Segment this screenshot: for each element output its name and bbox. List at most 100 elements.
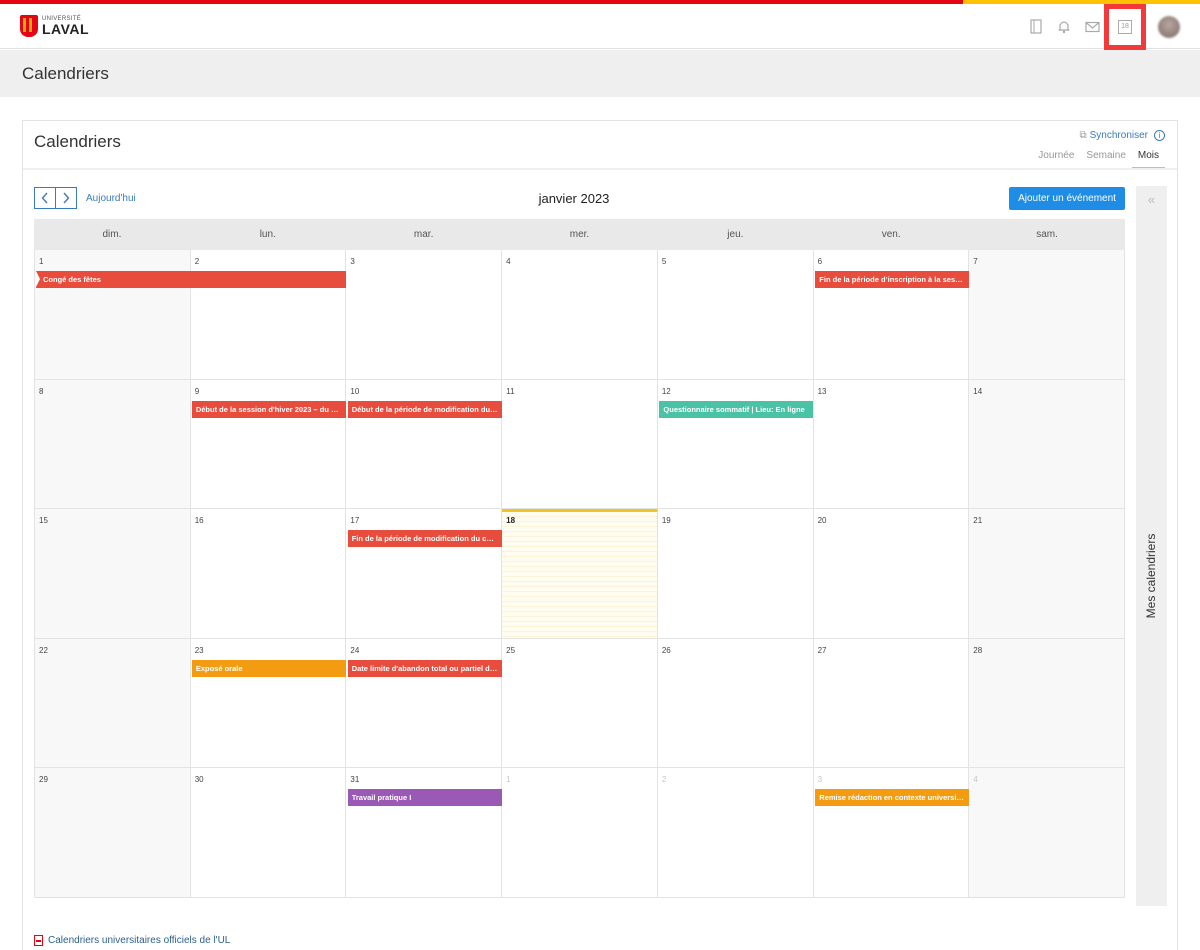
my-calendars-label: Mes calendriers	[1144, 533, 1158, 619]
logo-line-2: LAVAL	[42, 21, 90, 37]
day-cell[interactable]: 10	[346, 379, 503, 510]
sync-link[interactable]: ⧉ Synchroniser i	[1079, 130, 1165, 141]
day-number: 16	[194, 516, 204, 526]
month-grid: dim. lun. mar. mer. jeu. ven. sam. 12345…	[34, 219, 1125, 898]
calendar-event[interactable]: Congé des fêtes	[36, 271, 346, 288]
day-cell[interactable]: 12	[657, 379, 814, 510]
event-title: Début de la session d'hiver 2023 – du 10…	[195, 404, 342, 414]
day-number: 3	[817, 775, 823, 785]
day-number: 15	[39, 516, 48, 526]
week-row: 15 16 17 18 19 20 21 Fin de la période de modif…	[35, 509, 1125, 639]
mail-icon[interactable]	[1078, 13, 1106, 41]
day-cell[interactable]: 29	[35, 768, 191, 898]
day-cell[interactable]: 2	[657, 768, 814, 898]
day-cell[interactable]: 5	[657, 250, 814, 380]
week-row: 29 30 31 1 2 3 4 Travail pratique I Remise rédac…	[35, 768, 1125, 898]
day-cell[interactable]: 13	[813, 379, 970, 510]
top-icons: 18	[1022, 3, 1180, 50]
calendar-event[interactable]: Date limite d'abandon total ou partiel d…	[347, 659, 502, 677]
add-event-button[interactable]: Ajouter un événement	[1009, 187, 1125, 210]
month-title: janvier 2023	[538, 191, 610, 206]
crest-icon	[20, 15, 38, 37]
day-number: 30	[194, 775, 204, 785]
day-number: 17	[350, 516, 360, 526]
event-title: Fin de la période d’inscription à la ses…	[819, 275, 965, 284]
calendar-event[interactable]: Remise rédaction en contexte universitai…	[815, 789, 970, 807]
calendar-event[interactable]: Début de la session d'hiver 2023 – du 10…	[191, 400, 346, 418]
tab-month[interactable]: Mois	[1131, 150, 1165, 169]
calendar-event[interactable]: Exposé orale	[191, 659, 346, 677]
day-cell[interactable]: 30	[190, 768, 347, 898]
day-cell[interactable]: 20	[813, 509, 970, 639]
double-chevron-left-icon[interactable]: «	[1136, 192, 1167, 207]
day-number: 4	[973, 775, 978, 785]
day-cell[interactable]: 9	[190, 379, 347, 510]
day-cell[interactable]: 3	[346, 250, 503, 380]
day-cell[interactable]: 17	[346, 509, 503, 639]
day-number: 2	[661, 775, 667, 785]
page-header: Calendriers	[0, 50, 1200, 97]
day-number: 9	[194, 386, 200, 396]
day-cell[interactable]: 25	[502, 638, 658, 769]
pdf-icon	[34, 935, 43, 946]
week-row: 1 2 3 4 5 6 7 Congé des fêtes Fin de la période …	[35, 250, 1125, 380]
day-cell[interactable]: 7	[969, 250, 1125, 380]
day-cell[interactable]: 14	[969, 379, 1125, 510]
official-calendars-link[interactable]: Calendriers universitaires officiels de …	[34, 935, 230, 946]
day-number: 19	[661, 516, 671, 526]
day-cell[interactable]: 6	[813, 250, 970, 380]
day-cell[interactable]: 19	[657, 509, 814, 639]
day-cell[interactable]: 8	[35, 379, 191, 510]
day-cell[interactable]: 31	[346, 768, 503, 898]
day-cell[interactable]: 1	[502, 768, 658, 898]
day-number: 31	[350, 775, 360, 785]
day-cell[interactable]: 21	[969, 509, 1125, 639]
day-cell[interactable]: 2	[190, 250, 347, 380]
day-cell[interactable]: 18	[502, 509, 658, 639]
day-cell[interactable]: 3	[813, 768, 970, 898]
book-icon[interactable]	[1022, 13, 1050, 41]
calendar-event[interactable]: Travail pratique I	[347, 789, 502, 807]
day-number: 24	[350, 645, 360, 655]
event-title: Fin de la période de modification du cho…	[351, 534, 498, 544]
day-cell[interactable]: 23	[190, 638, 347, 769]
day-cell[interactable]: 15	[35, 509, 191, 639]
official-calendars-label: Calendriers universitaires officiels de …	[48, 935, 231, 946]
day-cell[interactable]: 24	[346, 638, 503, 769]
top-bar: UNIVERSITÉ LAVAL 18	[0, 3, 1200, 50]
bell-icon[interactable]	[1050, 13, 1078, 41]
sync-icon: ⧉	[1079, 130, 1087, 141]
weekday-label: ven.	[881, 229, 901, 240]
my-calendars-panel-toggle[interactable]: « Mes calendriers	[1136, 186, 1167, 906]
calendar-event[interactable]: Fin de la période de modification du cho…	[347, 530, 502, 548]
day-cell[interactable]: 1	[35, 250, 191, 380]
weekday-label: jeu.	[727, 229, 744, 240]
calendar-event[interactable]: Fin de la période d’inscription à la ses…	[815, 271, 970, 288]
day-number: 11	[506, 386, 515, 396]
avatar[interactable]	[1158, 15, 1180, 38]
event-title: Exposé orale	[195, 663, 243, 673]
day-cell[interactable]: 22	[35, 638, 191, 769]
day-number: 20	[817, 516, 827, 526]
calendar-event[interactable]: Début de la période de modification du c…	[347, 400, 502, 418]
day-number: 7	[973, 257, 978, 266]
event-title: Travail pratique I	[351, 793, 412, 803]
day-cell[interactable]: 4	[502, 250, 658, 380]
day-cell[interactable]: 11	[502, 379, 658, 510]
tab-day[interactable]: Journée	[1032, 150, 1080, 169]
day-cell[interactable]: 16	[190, 509, 347, 639]
info-icon[interactable]: i	[1154, 130, 1165, 141]
day-cell[interactable]: 27	[813, 638, 970, 769]
calendar-nav-button[interactable]: 18	[1104, 3, 1146, 50]
tab-week[interactable]: Semaine	[1080, 150, 1131, 169]
day-number: 1	[39, 257, 44, 266]
university-logo[interactable]: UNIVERSITÉ LAVAL	[20, 14, 89, 38]
day-cell[interactable]: 4	[969, 768, 1125, 898]
day-cell[interactable]: 26	[657, 638, 814, 769]
day-cell[interactable]: 28	[969, 638, 1125, 769]
event-title: Date limite d'abandon total ou partiel d…	[351, 663, 498, 673]
weeks: 1 2 3 4 5 6 7 Congé des fêtes Fin de la période …	[34, 250, 1125, 898]
weekday-label: mar.	[413, 229, 434, 240]
calendar-card: Calendriers ⧉ Synchroniser i Journée Sem…	[22, 120, 1178, 950]
calendar-event[interactable]: Questionnaire sommatif | Lieu: En ligne	[659, 400, 814, 418]
